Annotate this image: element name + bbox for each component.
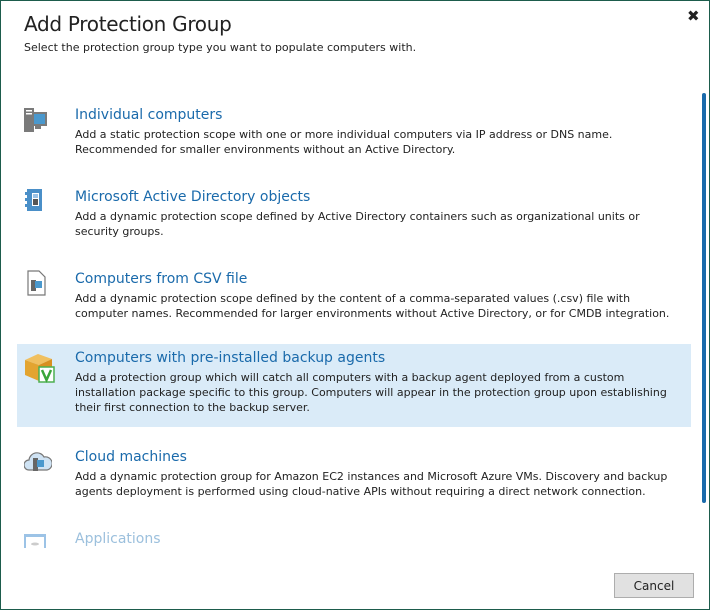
option-title: Computers from CSV file	[75, 271, 248, 287]
option-description: Add a dynamic protection group for Amazo…	[75, 470, 668, 498]
dialog-title: Add Protection Group	[24, 12, 232, 36]
option-title: Microsoft Active Directory objects	[75, 189, 311, 205]
option-description: Add a protection group which will catch …	[75, 371, 667, 414]
option-pre-installed-agents[interactable]: Computers with pre-installed backup agen…	[17, 344, 691, 427]
option-applications: Applications	[17, 526, 691, 548]
application-icon	[24, 534, 46, 548]
cancel-button[interactable]: Cancel	[614, 573, 694, 598]
option-title: Cloud machines	[75, 449, 187, 465]
option-csv-file[interactable]: Computers from CSV file Add a dynamic pr…	[17, 266, 691, 328]
option-individual-computers[interactable]: Individual computers Add a static protec…	[17, 102, 691, 164]
option-description: Add a dynamic protection scope defined b…	[75, 292, 670, 320]
csv-file-icon	[27, 270, 46, 296]
dialog-subtitle: Select the protection group type you wan…	[24, 41, 417, 54]
option-title: Individual computers	[75, 107, 223, 123]
option-title: Computers with pre-installed backup agen…	[75, 350, 386, 366]
option-active-directory[interactable]: Microsoft Active Directory objects Add a…	[17, 184, 691, 246]
computer-icon	[24, 108, 47, 132]
close-icon[interactable]: ✖	[687, 7, 700, 25]
scrollbar[interactable]	[702, 93, 706, 503]
cloud-icon	[24, 452, 52, 471]
option-description: Add a static protection scope with one o…	[75, 128, 613, 156]
option-description: Add a dynamic protection scope defined b…	[75, 210, 640, 238]
add-protection-group-dialog: Add Protection Group Select the protecti…	[0, 0, 710, 610]
package-icon	[25, 354, 55, 384]
option-title: Applications	[75, 531, 161, 547]
active-directory-icon	[25, 189, 42, 211]
option-cloud-machines[interactable]: Cloud machines Add a dynamic protection …	[17, 444, 691, 506]
